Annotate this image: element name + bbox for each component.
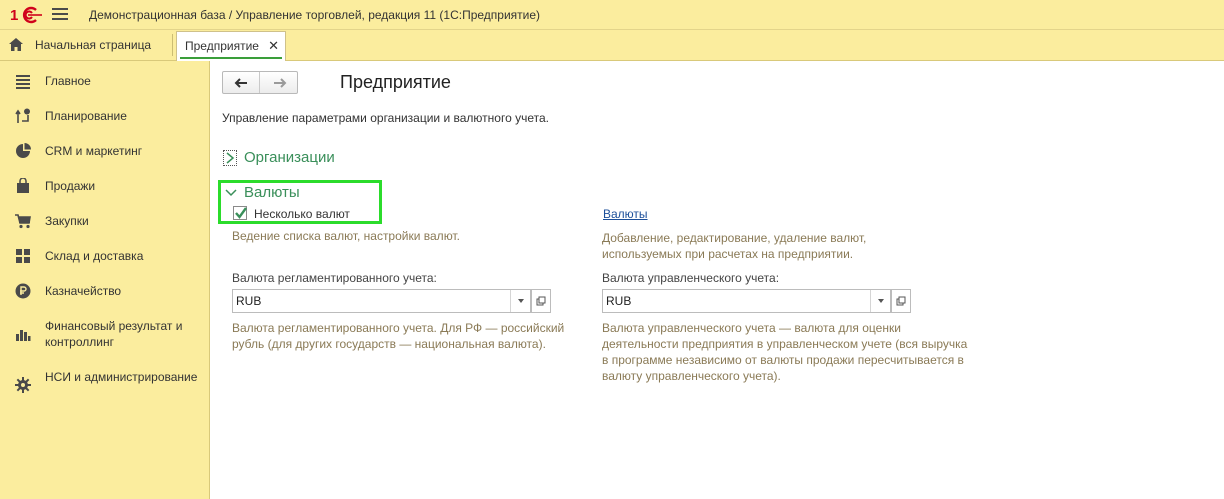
svg-text:1: 1 xyxy=(10,7,18,24)
checkbox-hint: Ведение списка валют, настройки валют. xyxy=(232,229,460,243)
sidebar-item-finance[interactable]: Финансовый результат и контроллинг xyxy=(0,316,209,352)
home-icon xyxy=(9,38,23,51)
app-title: Демонстрационная база / Управление торго… xyxy=(89,8,541,22)
group-organizations-label: Организации xyxy=(244,149,335,166)
tabs-bar: Начальная страница Предприятие ✕ xyxy=(0,30,1224,61)
sidebar-item-label: Продажи xyxy=(45,179,96,193)
mgmt-currency-select[interactable]: RUB xyxy=(602,289,891,313)
planning-icon xyxy=(15,108,30,123)
sidebar-item-admin[interactable]: НСИ и администрирование xyxy=(0,367,209,403)
chevron-down-icon xyxy=(225,189,237,197)
currencies-link-hint-2: используемых при расчетах на предприятии… xyxy=(602,247,854,261)
sidebar-item-label: Закупки xyxy=(45,214,89,228)
page-description: Управление параметрами организации и вал… xyxy=(222,111,549,125)
close-icon[interactable]: ✕ xyxy=(268,38,279,54)
bar-chart-icon xyxy=(16,330,31,341)
mgmt-currency-hint-4: валюту управленческого учета). xyxy=(602,369,781,383)
mgmt-currency-hint-3: в программе независимо от валюты продажи… xyxy=(602,353,964,367)
sidebar-item-label: Планирование xyxy=(45,109,127,123)
sidebar-item-crm[interactable]: CRM и маркетинг xyxy=(0,141,209,161)
page-title: Предприятие xyxy=(340,72,451,92)
sidebar-item-label: Финансовый результат и контроллинг xyxy=(45,319,183,349)
sidebar-item-planning[interactable]: Планирование xyxy=(0,106,209,126)
bag-icon xyxy=(17,178,29,193)
back-button[interactable] xyxy=(223,72,260,93)
sidebar-item-label: Казначейство xyxy=(45,284,122,298)
active-tab-indicator xyxy=(180,57,282,59)
checkmark-icon xyxy=(235,207,247,219)
arrow-right-icon xyxy=(273,77,286,88)
1c-logo-icon: 1 xyxy=(10,6,42,24)
sidebar-item-sales[interactable]: Продажи xyxy=(0,176,209,196)
ruble-coin-icon xyxy=(15,283,31,299)
checkbox-label: Несколько валют xyxy=(254,207,350,221)
dropdown-arrow-icon[interactable] xyxy=(870,290,890,312)
tab-home-label: Начальная страница xyxy=(35,38,152,52)
pie-chart-icon xyxy=(16,143,31,158)
cart-icon xyxy=(15,214,31,229)
tab-enterprise-label: Предприятие xyxy=(185,39,259,53)
forward-button[interactable] xyxy=(261,72,298,93)
sidebar-item-purchases[interactable]: Закупки xyxy=(0,211,209,231)
reg-currency-hint-2: рубль (для других государств — националь… xyxy=(232,337,546,351)
mgmt-currency-label: Валюта управленческого учета: xyxy=(602,271,780,285)
currencies-link[interactable]: Валюты xyxy=(603,207,648,221)
warehouse-grid-icon xyxy=(16,249,30,263)
reg-currency-label: Валюта регламентированного учета: xyxy=(232,271,437,285)
main-content: Предприятие Управление параметрами орган… xyxy=(211,61,1224,499)
chevron-right-icon xyxy=(223,150,237,166)
tab-enterprise[interactable]: Предприятие ✕ xyxy=(176,31,286,61)
open-form-icon xyxy=(896,296,906,306)
reg-currency-select[interactable]: RUB xyxy=(232,289,531,313)
currencies-link-hint-1: Добавление, редактирование, удаление вал… xyxy=(602,231,867,245)
tab-divider xyxy=(172,34,173,56)
history-nav xyxy=(222,71,298,94)
list-icon xyxy=(16,75,30,89)
mgmt-currency-value: RUB xyxy=(606,294,632,308)
reg-currency-open-button[interactable] xyxy=(531,289,551,313)
sidebar-item-label: НСИ и администрирование xyxy=(45,370,198,384)
group-organizations-toggle[interactable]: Организации xyxy=(221,148,341,168)
sidebar: Главное Планирование CRM и маркетинг Про… xyxy=(0,61,210,499)
mgmt-currency-open-button[interactable] xyxy=(891,289,911,313)
sidebar-item-treasury[interactable]: Казначейство xyxy=(0,281,209,301)
sidebar-item-warehouse[interactable]: Склад и доставка xyxy=(0,246,209,266)
sidebar-item-label: CRM и маркетинг xyxy=(45,144,143,158)
reg-currency-hint-1: Валюта регламентированного учета. Для РФ… xyxy=(232,321,565,335)
group-currencies-toggle[interactable]: Валюты xyxy=(221,183,341,203)
gear-icon xyxy=(15,377,31,393)
mgmt-currency-hint-2: деятельности предприятия в управленческо… xyxy=(602,337,968,351)
arrow-left-icon xyxy=(234,77,247,88)
checkbox-box[interactable] xyxy=(233,206,247,220)
title-bar: 1 Демонстрационная база / Управление тор… xyxy=(0,0,1224,30)
open-form-icon xyxy=(536,296,546,306)
dropdown-arrow-icon[interactable] xyxy=(510,290,530,312)
reg-currency-value: RUB xyxy=(236,294,262,308)
sidebar-item-label: Главное xyxy=(45,74,91,88)
sidebar-item-label: Склад и доставка xyxy=(45,249,144,263)
tab-home[interactable]: Начальная страница xyxy=(0,30,170,60)
mgmt-currency-hint-1: Валюта управленческого учета — валюта дл… xyxy=(602,321,901,335)
burger-menu-icon[interactable] xyxy=(52,8,68,22)
sidebar-item-main[interactable]: Главное xyxy=(0,71,209,91)
group-currencies-label: Валюты xyxy=(244,184,300,201)
multiple-currencies-checkbox[interactable]: Несколько валют xyxy=(233,205,373,223)
